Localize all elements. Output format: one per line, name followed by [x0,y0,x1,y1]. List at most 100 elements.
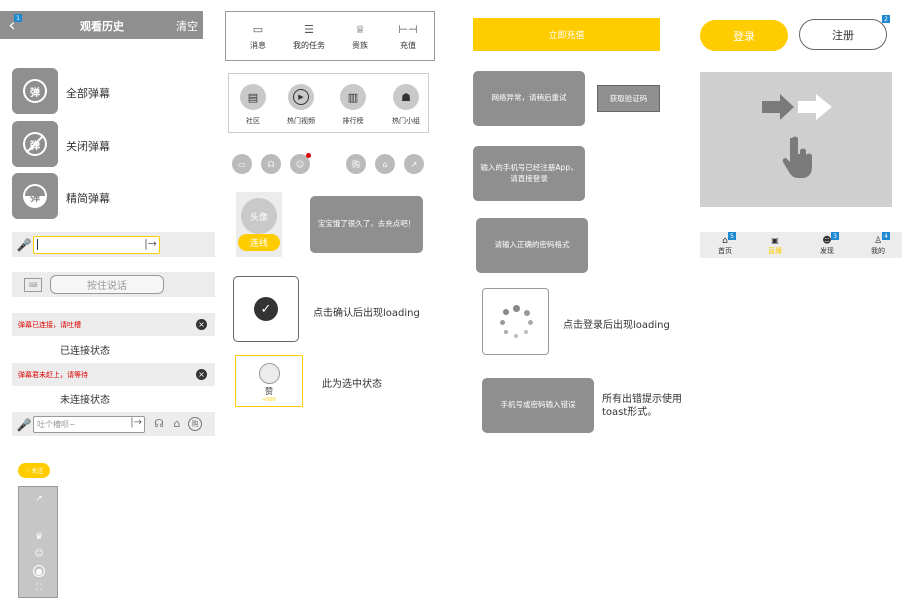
password-format-toast: 请输入正确的密码格式 [476,218,588,273]
selected-caption: 此为选中状态 [322,379,382,390]
check-icon: ✓ [254,297,278,321]
message-icon: ▭ [252,23,264,36]
heart-icon: ♡ [24,467,31,474]
bottom-nav: ⌂ 首页 5 ▣ 直播 ☻ 发现 3 ♙ 我的 4 [700,232,902,258]
page-title: 观看历史 [80,20,124,33]
praise-icon [259,363,280,384]
login-loading-caption: 点击登录后出现loading [563,320,670,331]
send-icon[interactable]: |→ [130,417,142,428]
spinner-icon [499,305,533,339]
group-icon: ☗ [393,84,419,110]
comment-input[interactable]: 吐个槽呗~ |→ [33,416,145,433]
hand-tap-icon [782,136,812,178]
tab-nobility[interactable]: ♕ 贵族 [338,18,382,56]
user-icon: ♙ [873,236,883,246]
play-icon: ▶ [288,84,314,110]
gift-icon[interactable]: ⌂ [375,154,395,174]
connect-button[interactable]: 连线 [238,234,280,251]
unconnected-text: 弹幕君未赶上，请等待 [18,371,88,379]
all-danmaku-button[interactable]: 弹 [12,68,58,114]
praise-selected-box[interactable]: 赞 +500 [235,355,303,407]
buy-icon[interactable]: 购 [188,417,202,431]
crown-icon: ♕ [355,23,365,36]
recharge-now-button[interactable]: 立即充值 [473,18,660,51]
phone-wrong-toast: 手机号或密码输入错误 [482,378,594,433]
register-button[interactable]: 注册 [799,19,887,50]
text-input-bar: 🎤 |→ [12,232,215,257]
login-loading-box [482,288,549,355]
tab-ranking[interactable]: ▥ 排行榜 [333,84,373,130]
danmaku-off-icon: 弹 [23,132,47,156]
login-button[interactable]: 登录 [700,20,788,51]
tab-recharge[interactable]: ⊢⊣ 充值 [386,18,430,56]
danmaku-icon: 弹 [23,79,47,103]
praise-label: 赞 [265,387,273,396]
avatar-card: 头像 连线 [236,192,282,257]
close-danmaku-label: 关闭弹幕 [66,140,110,153]
crown-icon[interactable]: ♛ [33,531,45,543]
voice-bar: ⌨ 按住说话 [12,272,215,297]
second-tab-bar: ▤ 社区 ▶ 热门视频 ▥ 排行榜 ☗ 热门小组 [228,73,429,133]
follow-button[interactable]: ♡ 关注 [18,463,50,478]
send-icon[interactable]: |→ [144,237,157,250]
avatar[interactable]: 头像 [241,198,277,234]
gesture-guide [700,72,892,207]
live-icon: ▣ [771,236,779,245]
badge-5: 5 [728,232,736,240]
fullscreen-icon[interactable]: ⛶ [33,582,45,594]
connected-text: 弹幕已连接，请吐槽 [18,321,81,329]
headset-icon[interactable]: ☊ [152,416,166,431]
badge-4: 4 [882,232,890,240]
close-danmaku-button[interactable]: 弹 [12,121,58,167]
danmaku-simple-icon: 弹 [23,184,47,208]
get-code-button[interactable]: 获取验证码 [597,85,660,112]
connected-banner: 弹幕已连接，请吐槽 × [12,313,215,336]
badge-1: 1 [14,14,22,22]
swipe-arrows-icon [762,94,832,120]
praise-count: +500 [262,397,276,403]
unconnected-caption: 未连接状态 [60,395,110,406]
registered-toast: 输入的手机号已经注册App，请直接登录 [473,146,585,201]
buy-icon[interactable]: 购 [346,154,366,174]
task-icon: ☰ [304,23,314,36]
tab-hot-videos[interactable]: ▶ 热门视频 [281,84,321,130]
badge-2: 2 [882,15,890,23]
danmaku-input[interactable]: |→ [33,236,160,254]
simple-danmaku-button[interactable]: 弹 [12,173,58,219]
unconnected-banner: 弹幕君未赶上，请等待 × [12,363,215,386]
close-icon[interactable]: × [196,319,207,330]
home-icon: ⌂ [722,236,728,246]
keyboard-icon[interactable]: ⌨ [24,278,42,292]
share-icon[interactable]: ↗ [33,493,45,505]
share-icon[interactable]: ↗ [404,154,424,174]
confirm-loading-box: ✓ [233,276,299,342]
history-header: ‹ 1 观看历史 清空 [0,11,203,39]
top-tab-bar: ▭ 消息 ☰ 我的任务 ♕ 贵族 ⊢⊣ 充值 [225,11,435,61]
tab-messages[interactable]: ▭ 消息 [234,18,282,56]
tab-hot-groups[interactable]: ☗ 热门小组 [384,84,428,130]
all-danmaku-label: 全部弹幕 [66,87,110,100]
record-icon[interactable]: ● [33,565,45,577]
game-icon[interactable]: ☺ [33,548,45,560]
clear-button[interactable]: 清空 [176,18,198,34]
toast-note: 所有出错提示使用toast形式。 [602,394,682,418]
side-toolbar: ↗ ♛ ☺ ● ⛶ [18,486,58,598]
tab-my-tasks[interactable]: ☰ 我的任务 [284,18,334,56]
confirm-loading-caption: 点击确认后出现loading [313,308,420,319]
notification-dot [306,153,311,158]
mic-icon[interactable]: 🎤 [17,417,32,432]
gift-icon[interactable]: ⌂ [170,416,184,431]
connected-caption: 已连接状态 [60,346,110,357]
bar-chart-icon: ▥ [340,84,366,110]
hungry-toast: 宝宝饿了很久了，去充点吧！ [310,196,423,253]
headset-icon[interactable]: ☊ [261,154,281,174]
network-error-toast: 网络异常，请稍后重试 [473,71,585,126]
badge-3: 3 [831,232,839,240]
simple-danmaku-label: 精简弹幕 [66,192,110,205]
tab-community[interactable]: ▤ 社区 [234,84,272,130]
nav-live[interactable]: ▣ 直播 [760,234,790,258]
mic-icon[interactable]: 🎤 [17,237,32,252]
close-icon[interactable]: × [196,369,207,380]
hold-to-talk-button[interactable]: 按住说话 [50,275,164,294]
message-icon[interactable]: ▭ [232,154,252,174]
